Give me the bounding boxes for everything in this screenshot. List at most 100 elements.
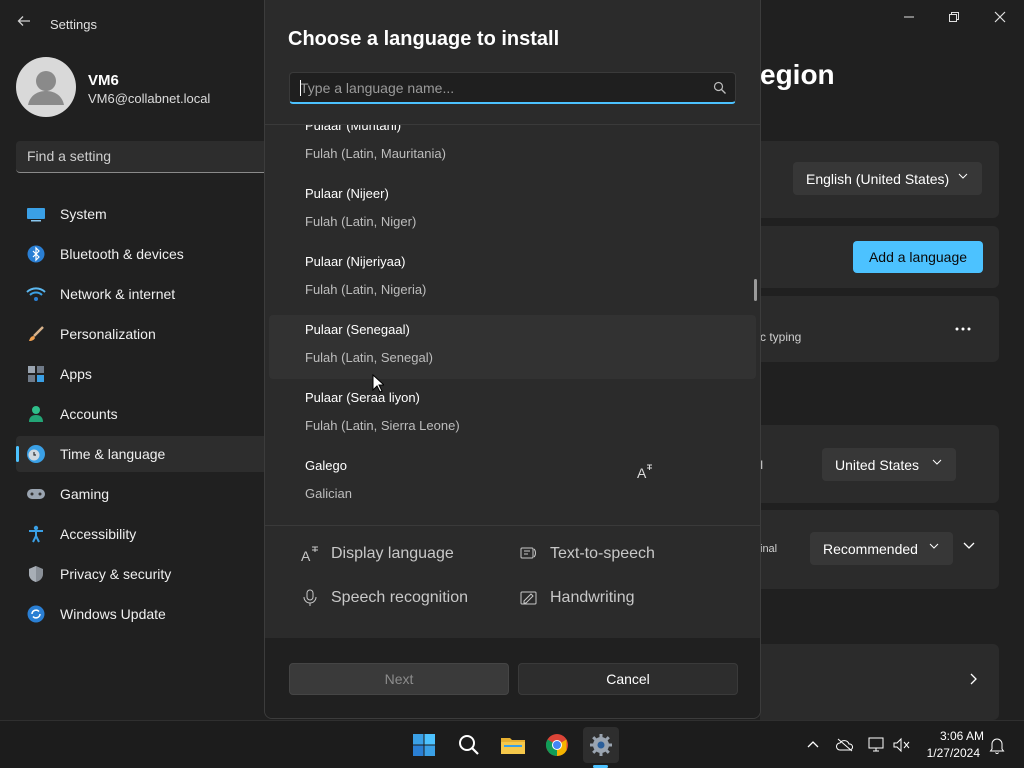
feature-display-language: A Display language <box>301 545 454 563</box>
feature-handwriting: Handwriting <box>520 589 634 607</box>
network-wired-icon <box>868 737 884 752</box>
gaming-icon <box>26 484 46 504</box>
sidebar-item-bluetooth[interactable]: Bluetooth & devices <box>16 236 276 272</box>
cancel-button[interactable]: Cancel <box>518 663 738 695</box>
feature-speech-recognition: Speech recognition <box>301 589 468 607</box>
language-native-name: Pulaar (Nijeer) <box>305 186 389 201</box>
display-language-dropdown[interactable]: English (United States) <box>793 162 982 195</box>
language-english-name: Galician <box>305 486 352 501</box>
language-english-name: Fulah (Latin, Mauritania) <box>305 146 446 161</box>
user-email: VM6@collabnet.local <box>88 91 211 106</box>
list-item[interactable]: Pulaar (Senegaal) Fulah (Latin, Senegal) <box>269 315 756 379</box>
page-title: egion <box>760 59 835 90</box>
app-title: Settings <box>50 17 97 32</box>
dropdown-value: United States <box>835 456 920 473</box>
sidebar-item-network[interactable]: Network & internet <box>16 276 276 312</box>
time-language-icon <box>26 444 46 464</box>
sidebar-item-personalization[interactable]: Personalization <box>16 316 276 352</box>
next-button[interactable]: Next <box>289 663 509 695</box>
user-avatar-icon <box>28 71 64 105</box>
sidebar-item-time-language[interactable]: Time & language <box>16 436 276 472</box>
sidebar-item-label: Windows Update <box>60 606 166 622</box>
microphone-icon <box>301 589 319 607</box>
minimize-button[interactable] <box>892 6 926 28</box>
bell-icon <box>989 738 1005 754</box>
user-name: VM6 <box>88 72 119 89</box>
sidebar-item-windows-update[interactable]: Windows Update <box>16 596 276 632</box>
list-item[interactable]: Pulaar (Seraa liyon) Fulah (Latin, Sierr… <box>269 379 756 443</box>
country-region-dropdown[interactable]: United States <box>822 448 956 481</box>
sidebar-item-label: Accounts <box>60 406 118 422</box>
dialog-title: Choose a language to install <box>288 28 560 50</box>
dropdown-value: English (United States) <box>806 170 950 187</box>
language-english-name: Fulah (Latin, Sierra Leone) <box>305 418 460 433</box>
chevron-up-icon <box>807 741 819 748</box>
sidebar-item-privacy[interactable]: Privacy & security <box>16 556 276 592</box>
language-features-text: c typing <box>760 330 802 344</box>
language-list[interactable]: Pulaar (Muritani) Fulah (Latin, Mauritan… <box>265 125 760 525</box>
start-button[interactable] <box>406 727 442 763</box>
language-search-box[interactable] <box>289 72 736 104</box>
taskbar-search-button[interactable] <box>451 727 487 763</box>
notifications-button[interactable] <box>988 736 1006 754</box>
list-item[interactable]: Galego Galician A <box>269 447 756 511</box>
more-options-button[interactable] <box>950 318 976 338</box>
sidebar-item-gaming[interactable]: Gaming <box>16 476 276 512</box>
brush-icon <box>26 324 46 344</box>
list-item[interactable]: Pulaar (Muritani) Fulah (Latin, Mauritan… <box>269 125 756 171</box>
chevron-right-icon <box>966 672 984 690</box>
sidebar-item-accessibility[interactable]: Accessibility <box>16 516 276 552</box>
chevron-down-icon <box>963 542 975 549</box>
volume-muted-icon <box>893 737 910 753</box>
start-icon <box>413 734 435 756</box>
sidebar-item-system[interactable]: System <box>16 196 276 232</box>
minimize-icon <box>904 16 914 18</box>
network-tray-button[interactable] <box>868 736 886 754</box>
feature-label: Display language <box>331 545 454 562</box>
sidebar-item-accounts[interactable]: Accounts <box>16 396 276 432</box>
back-button[interactable] <box>14 14 34 34</box>
choose-language-dialog: Choose a language to install Pulaar (Mur… <box>264 0 761 719</box>
display-language-icon: A <box>637 464 652 481</box>
related-settings-card[interactable] <box>760 644 999 720</box>
regional-format-dropdown[interactable]: Recommended <box>810 532 953 565</box>
maximize-button[interactable] <box>937 6 971 28</box>
find-setting-input[interactable]: Find a setting <box>16 141 276 173</box>
chevron-down-icon <box>929 543 939 549</box>
sidebar-item-label: Accessibility <box>60 526 137 542</box>
chrome-button[interactable] <box>539 727 575 763</box>
settings-taskbar-button[interactable] <box>583 727 619 763</box>
network-icon <box>26 284 46 304</box>
feature-label: Text-to-speech <box>550 545 655 562</box>
text-to-speech-icon <box>520 545 538 563</box>
expand-regional-format-button[interactable] <box>962 538 988 560</box>
language-search-input[interactable] <box>300 73 700 102</box>
sidebar-item-label: Apps <box>60 366 92 382</box>
add-language-button[interactable]: Add a language <box>853 241 983 273</box>
feature-label: Handwriting <box>550 589 635 606</box>
close-icon <box>994 11 1006 23</box>
avatar[interactable] <box>16 57 76 117</box>
display-language-icon: A <box>301 545 319 563</box>
accessibility-icon <box>26 524 46 544</box>
back-arrow-icon <box>17 16 30 26</box>
apps-icon <box>26 364 46 384</box>
close-button[interactable] <box>983 6 1017 28</box>
list-item[interactable]: Pulaar (Nijeer) Fulah (Latin, Niger) <box>269 175 756 239</box>
volume-tray-button[interactable] <box>893 736 911 754</box>
cloud-offline-icon <box>836 738 854 752</box>
clock-time[interactable]: 3:06 AM <box>920 729 984 743</box>
list-item[interactable]: Pulaar (Nijeriyaa) Fulah (Latin, Nigeria… <box>269 243 756 307</box>
sidebar-item-label: Privacy & security <box>60 566 172 582</box>
shield-icon <box>26 564 46 584</box>
clock-date[interactable]: 1/27/2024 <box>916 746 980 760</box>
sidebar-item-apps[interactable]: Apps <box>16 356 276 392</box>
taskbar: 3:06 AM 1/27/2024 <box>0 720 1024 768</box>
sidebar-item-label: Network & internet <box>60 286 176 302</box>
file-explorer-button[interactable] <box>495 727 531 763</box>
text-caret <box>300 80 301 96</box>
show-hidden-icons-button[interactable] <box>804 736 822 754</box>
scrollbar-thumb[interactable] <box>754 279 757 301</box>
sidebar-item-label: Personalization <box>60 326 156 342</box>
onedrive-tray-button[interactable] <box>836 736 854 754</box>
